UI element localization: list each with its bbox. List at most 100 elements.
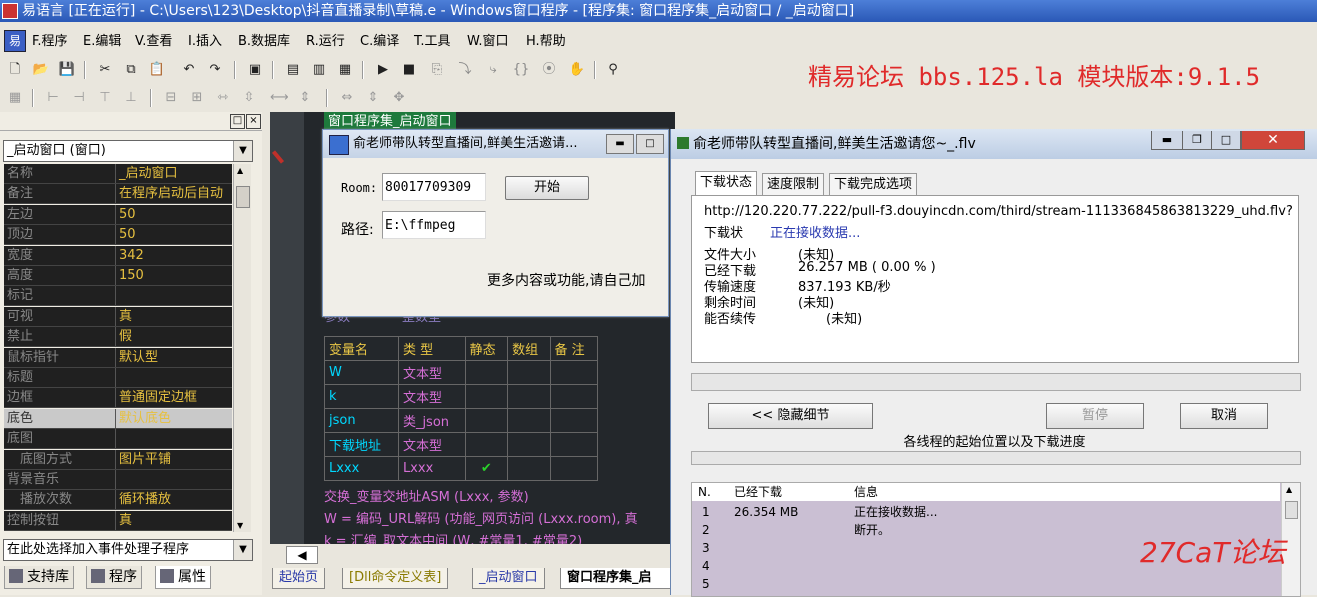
tab-dll-commands[interactable]: [Dll命令定义表] <box>342 568 449 589</box>
property-row[interactable]: 顶边 50 <box>4 225 232 246</box>
property-row[interactable]: 鼠标指针 默认型 <box>4 347 232 368</box>
property-value[interactable]: 循环播放 <box>115 490 232 510</box>
space-v-icon[interactable]: ⇕ <box>296 89 314 107</box>
code-line[interactable]: k = 汇编_取文本中间 (W, #常量1, #常量2) <box>324 532 582 544</box>
code-line[interactable]: W = 编码_URL解码 (功能_网页访问 (Lxxx.room), 真 <box>324 510 638 530</box>
scroll-thumb[interactable] <box>1285 501 1298 519</box>
property-value[interactable] <box>115 368 232 387</box>
property-value[interactable]: 默认型 <box>115 347 232 367</box>
chevron-down-icon[interactable]: ▼ <box>233 540 252 560</box>
property-row[interactable]: 播放次数 循环播放 <box>4 490 232 511</box>
property-row[interactable]: 宽度 342 <box>4 245 232 266</box>
paste-icon[interactable]: 📋 <box>148 61 166 79</box>
object-select[interactable]: _启动窗口 (窗口) ▼ <box>3 140 253 162</box>
menu-run[interactable]: R.运行 <box>304 30 347 54</box>
start-button[interactable]: 开始 <box>505 176 589 200</box>
hide-details-button[interactable]: << 隐藏细节 <box>708 403 873 429</box>
binoculars-icon[interactable]: ⚲ <box>604 61 622 79</box>
align-left-icon[interactable]: ⊢ <box>44 89 62 107</box>
property-value[interactable]: 150 <box>115 266 232 285</box>
property-row[interactable]: 可视 真 <box>4 306 232 327</box>
step-over-icon[interactable]: ⤷ <box>484 61 502 79</box>
undo-icon[interactable]: ↶ <box>180 61 198 79</box>
same-width-icon[interactable]: ⇿ <box>214 89 232 107</box>
col-downloaded[interactable]: 已经下载 <box>734 483 782 501</box>
property-row[interactable]: 高度 150 <box>4 266 232 286</box>
maximize-icon[interactable]: □ <box>1211 131 1241 150</box>
menu-view[interactable]: V.查看 <box>133 30 174 54</box>
menu-file[interactable]: F.程序 <box>30 30 70 54</box>
col-info[interactable]: 信息 <box>854 483 878 501</box>
property-row[interactable]: 背景音乐 <box>4 470 232 490</box>
tab-program[interactable]: 程序 <box>86 566 142 589</box>
open-folder-icon[interactable]: 📂 <box>32 61 50 79</box>
scroll-down-icon[interactable]: ▼ <box>237 521 243 530</box>
property-value[interactable] <box>115 286 232 306</box>
property-row[interactable]: 底色 默认底色 <box>4 408 232 429</box>
tab-start-page[interactable]: 起始页 <box>272 568 326 589</box>
property-row[interactable]: 左边 50 <box>4 204 232 225</box>
tab-speed-limit[interactable]: 速度限制 <box>762 173 825 196</box>
grid-icon[interactable]: ▦ <box>6 89 24 107</box>
property-row[interactable]: 标记 <box>4 286 232 307</box>
property-value[interactable] <box>115 429 232 449</box>
table-row[interactable]: json 类_json <box>324 408 599 433</box>
table-row[interactable]: W 文本型 <box>324 360 599 385</box>
property-row[interactable]: 备注 在程序启动后自动 <box>4 184 232 205</box>
property-row[interactable]: 名称 _启动窗口 <box>4 164 232 184</box>
room-input[interactable]: 80017709309 <box>382 173 486 201</box>
property-row[interactable]: 控制按钮 真 <box>4 510 232 531</box>
close-icon[interactable]: ✕ <box>1241 131 1305 150</box>
breakpoint-icon[interactable]: ⦿ <box>540 61 558 79</box>
property-row[interactable]: 底图方式 图片平铺 <box>4 449 232 470</box>
property-row[interactable]: 边框 普通固定边框 <box>4 388 232 409</box>
minimize-icon[interactable]: ▬ <box>606 134 634 154</box>
resize-h-icon[interactable]: ⇔ <box>338 89 356 107</box>
menu-database[interactable]: B.数据库 <box>236 30 292 54</box>
property-value[interactable]: 342 <box>115 245 232 265</box>
property-value[interactable]: 默认底色 <box>115 408 232 428</box>
new-file-icon[interactable]: 🗋 <box>6 61 24 79</box>
align-bottom-icon[interactable]: ⊥ <box>122 89 140 107</box>
stop-icon[interactable]: ■ <box>400 61 418 79</box>
path-input[interactable]: E:\ffmpeg <box>382 211 486 239</box>
pause-button[interactable]: 暂停 <box>1046 403 1144 429</box>
property-value[interactable]: 50 <box>115 225 232 245</box>
chevron-down-icon[interactable]: ▼ <box>233 141 252 161</box>
maximize-icon[interactable]: □ <box>636 134 664 154</box>
menu-help[interactable]: H.帮助 <box>524 30 568 54</box>
tab-start-window[interactable]: _启动窗口 <box>472 568 545 589</box>
editor-hscrollbar[interactable]: ◀ <box>270 544 675 564</box>
tab-support-library[interactable]: 支持库 <box>4 566 74 589</box>
find-icon[interactable]: ▣ <box>246 61 264 79</box>
panel-restore-icon[interactable]: □ <box>230 114 245 129</box>
property-row[interactable]: 标题 <box>4 368 232 388</box>
property-value[interactable]: 假 <box>115 327 232 347</box>
align-top-icon[interactable]: ⊤ <box>96 89 114 107</box>
property-value[interactable]: _启动窗口 <box>115 164 232 183</box>
tab-properties[interactable]: 属性 <box>155 566 211 589</box>
menu-edit[interactable]: E.编辑 <box>81 30 123 54</box>
scroll-thumb[interactable] <box>236 186 250 208</box>
property-value[interactable]: 图片平铺 <box>115 449 232 469</box>
same-height-icon[interactable]: ⇳ <box>240 89 258 107</box>
menu-compile[interactable]: C.编译 <box>358 30 401 54</box>
step-into-icon[interactable]: ⤵ <box>456 61 474 79</box>
scroll-up-icon[interactable]: ▲ <box>237 166 243 175</box>
step-icon[interactable]: ⎘ <box>428 61 446 79</box>
tab-window-assembly[interactable]: 窗口程序集_启 <box>560 568 677 589</box>
table-row[interactable]: k 文本型 <box>324 384 599 409</box>
menu-tools[interactable]: T.工具 <box>412 30 453 54</box>
table-row[interactable]: Lxxx Lxxx ✔ <box>324 456 599 481</box>
menu-window[interactable]: W.窗口 <box>465 30 511 54</box>
scroll-up-icon[interactable]: ▲ <box>1286 485 1292 494</box>
layout2-icon[interactable]: ▥ <box>310 61 328 79</box>
resize-v-icon[interactable]: ⇕ <box>364 89 382 107</box>
center-h-icon[interactable]: ⊟ <box>162 89 180 107</box>
layout3-icon[interactable]: ▦ <box>336 61 354 79</box>
center-v-icon[interactable]: ⊞ <box>188 89 206 107</box>
scroll-left-icon[interactable]: ◀ <box>286 546 318 564</box>
space-h-icon[interactable]: ⟷ <box>270 89 289 107</box>
property-value[interactable]: 50 <box>115 204 232 224</box>
event-select[interactable]: 在此处选择加入事件处理子程序 ▼ <box>3 539 253 561</box>
